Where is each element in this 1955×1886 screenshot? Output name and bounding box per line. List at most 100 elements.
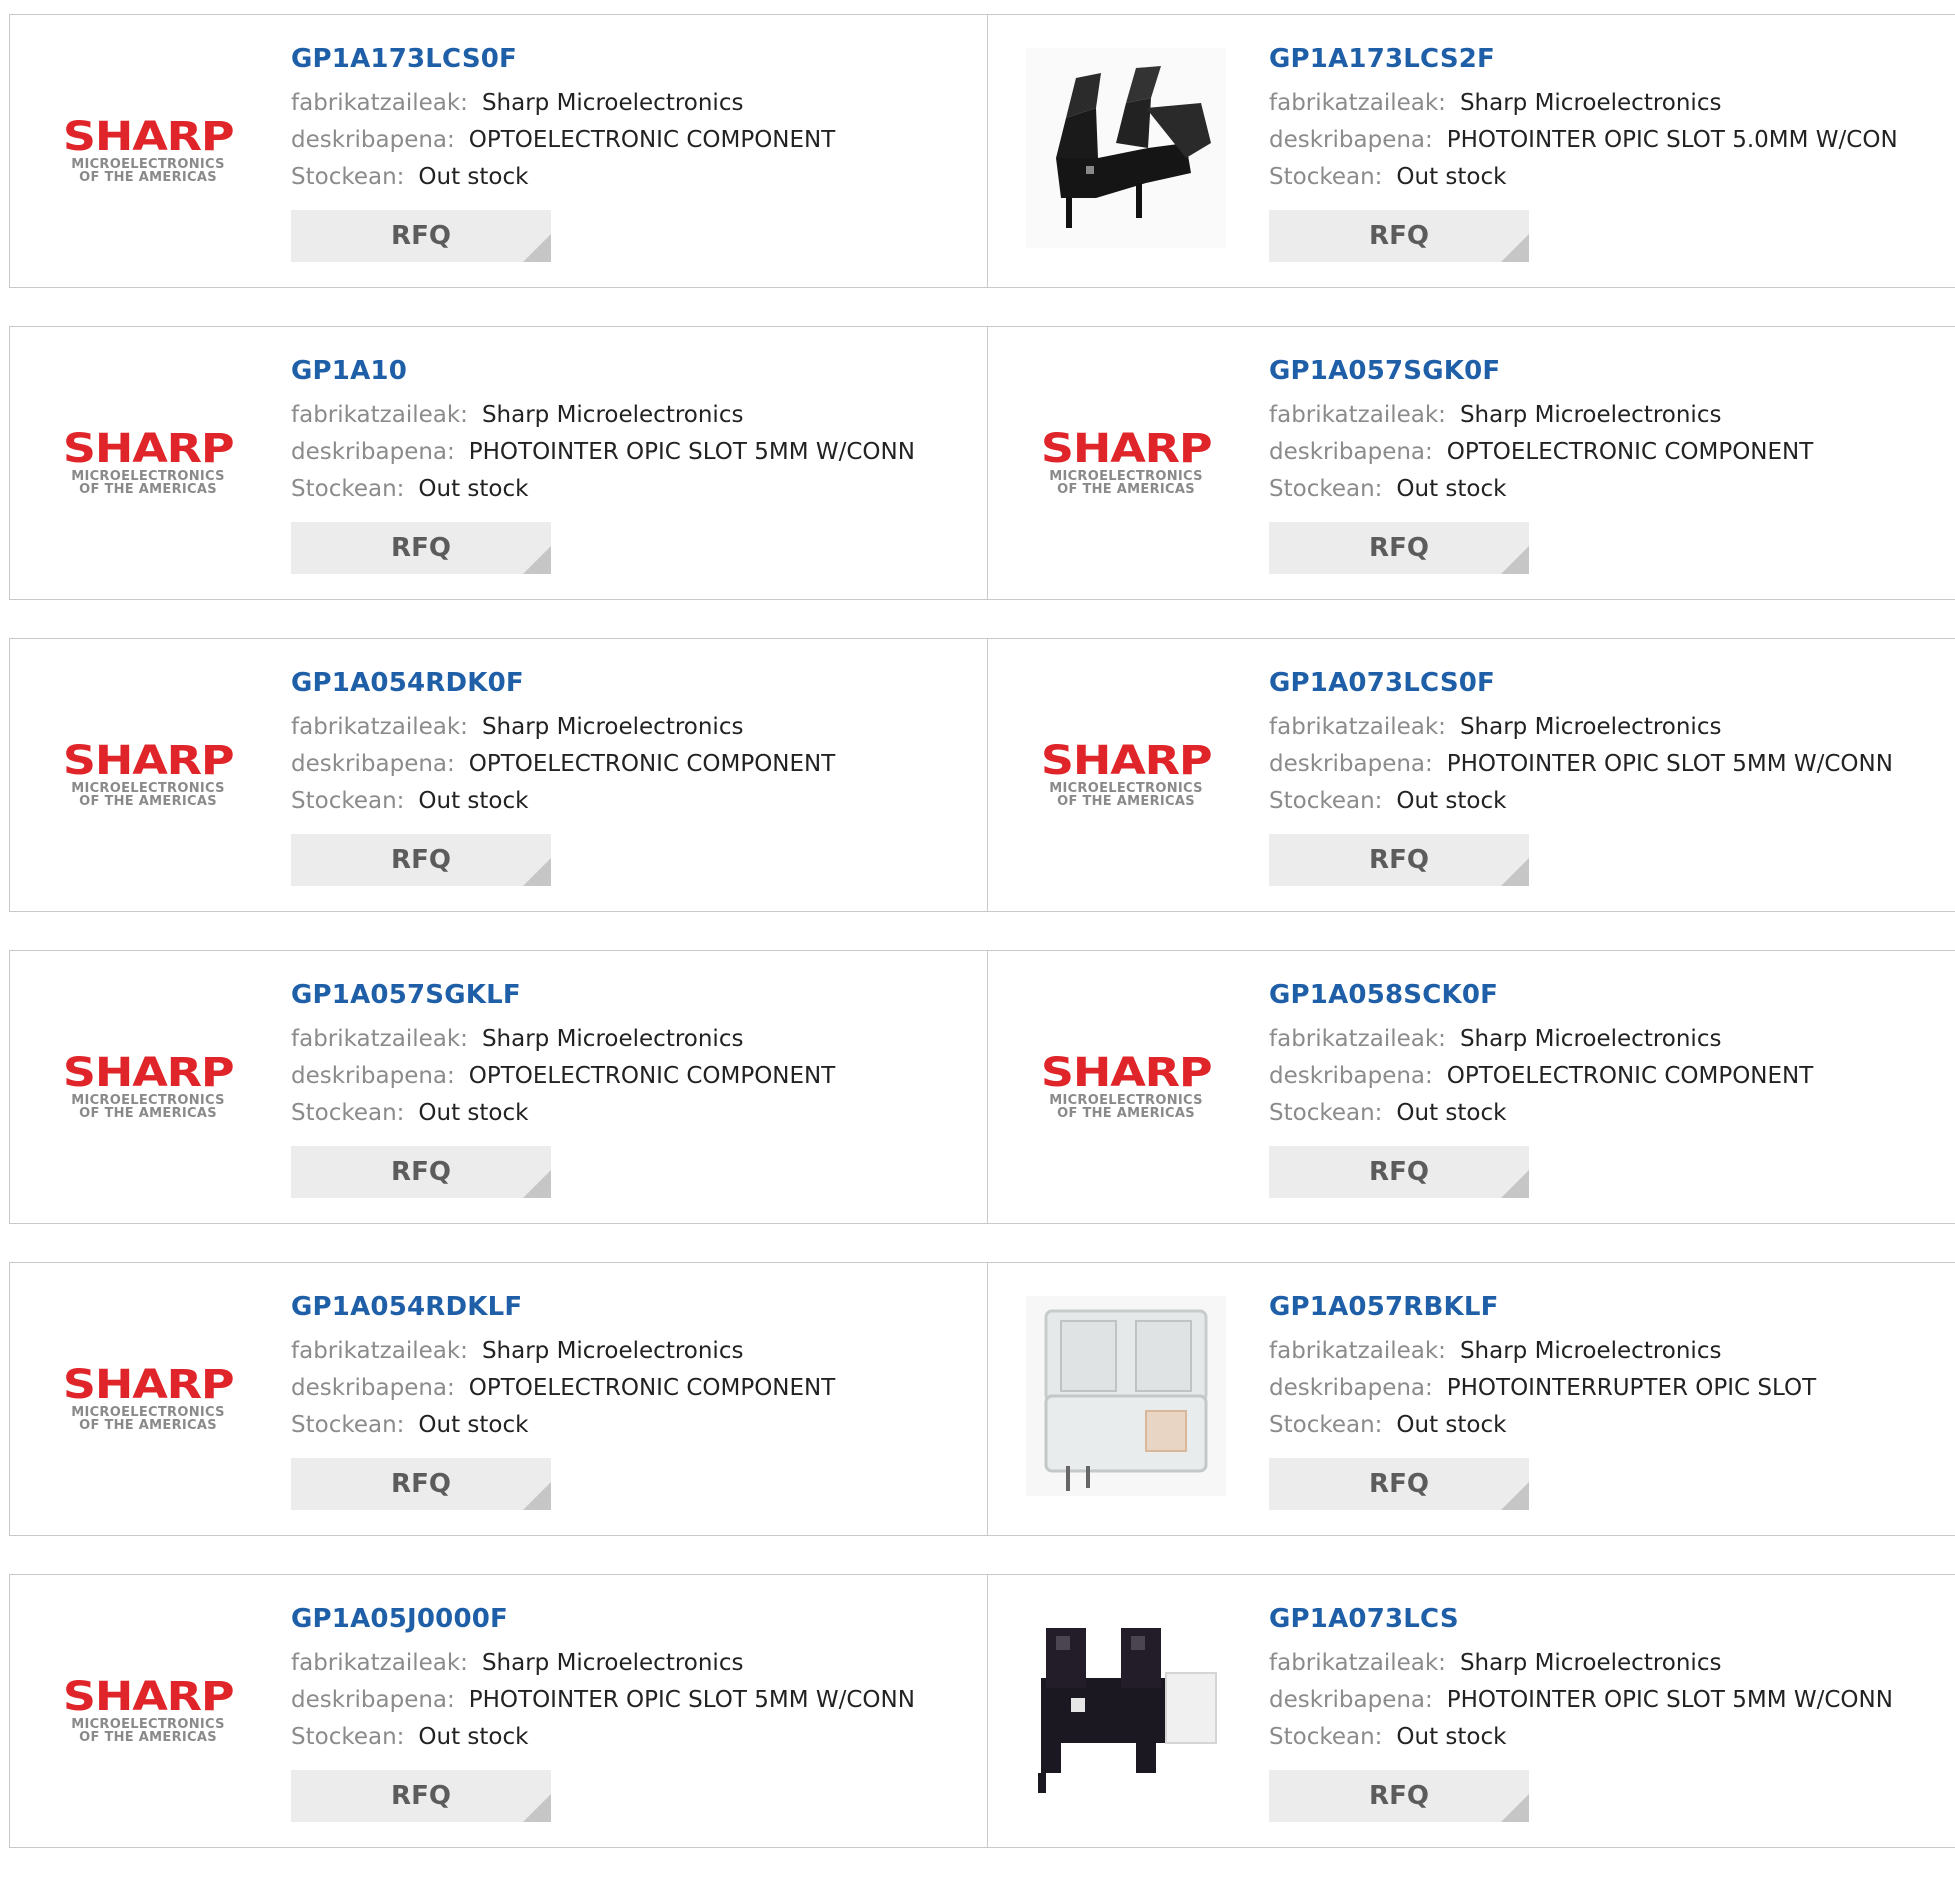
part-number-link[interactable]: GP1A073LCS0F <box>1269 667 1893 699</box>
product-thumbnail[interactable] <box>1026 1608 1226 1810</box>
manufacturer-value: Sharp Microelectronics <box>481 90 744 116</box>
product-card: GP1A173LCS2F fabrikatzaileak: Sharp Microe… <box>987 15 1955 287</box>
description-line: deskribapena: OPTOELECTRONIC COMPONENT <box>291 1058 835 1095</box>
rfq-button[interactable]: RFQ <box>291 522 551 574</box>
description-value: PHOTOINTER OPIC SLOT 5MM W/CONN <box>1446 751 1893 777</box>
stock-value: Out stock <box>1396 1412 1507 1438</box>
stock-line: Stockean: Out stock <box>1269 159 1898 196</box>
part-number-link[interactable]: GP1A173LCS0F <box>291 43 835 75</box>
rfq-button[interactable]: RFQ <box>291 1146 551 1198</box>
stock-value: Out stock <box>418 1724 529 1750</box>
product-info: GP1A057SGK0F fabrikatzaileak: Sharp Microe… <box>1269 355 1813 574</box>
stock-line: Stockean: Out stock <box>291 783 835 820</box>
description-label: deskribapena: <box>1269 1063 1433 1089</box>
product-thumbnail[interactable]: SHARP MICROELECTRONICS OF THE AMERICAS <box>48 1610 248 1810</box>
product-info: GP1A073LCS fabrikatzaileak: Sharp Microele… <box>1269 1603 1893 1822</box>
part-number-link[interactable]: GP1A173LCS2F <box>1269 43 1898 75</box>
stock-label: Stockean: <box>291 164 405 190</box>
description-label: deskribapena: <box>291 1687 455 1713</box>
part-number-link[interactable]: GP1A073LCS <box>1269 1603 1893 1635</box>
description-label: deskribapena: <box>1269 127 1433 153</box>
sharp-logo: SHARP MICROELECTRONICS OF THE AMERICAS <box>63 1364 235 1433</box>
sharp-logo: SHARP MICROELECTRONICS OF THE AMERICAS <box>63 740 235 808</box>
description-label: deskribapena: <box>1269 751 1433 777</box>
part-number-link[interactable]: GP1A057SGK0F <box>1269 355 1813 387</box>
product-thumbnail[interactable]: SHARP MICROELECTRONICS OF THE AMERICAS <box>48 362 248 562</box>
description-label: deskribapena: <box>291 1375 455 1401</box>
part-number-link[interactable]: GP1A058SCK0F <box>1269 979 1813 1011</box>
product-card: SHARP MICROELECTRONICS OF THE AMERICAS GP1A… <box>987 951 1955 1223</box>
logo-line-2: OF THE AMERICAS <box>79 482 217 497</box>
rfq-label: RFQ <box>391 1781 451 1811</box>
logo-line-2: OF THE AMERICAS <box>1057 794 1195 809</box>
stock-label: Stockean: <box>291 788 405 814</box>
description-label: deskribapena: <box>1269 439 1433 465</box>
rfq-button[interactable]: RFQ <box>291 210 551 262</box>
product-row: SHARP MICROELECTRONICS OF THE AMERICAS GP1A… <box>9 950 1955 1224</box>
rfq-button[interactable]: RFQ <box>1269 522 1529 574</box>
logo-wordmark: SHARP <box>62 114 235 160</box>
stock-value: Out stock <box>1396 1100 1507 1126</box>
product-row: SHARP MICROELECTRONICS OF THE AMERICAS GP1A… <box>9 638 1955 912</box>
logo-wordmark: SHARP <box>62 1674 235 1720</box>
logo-line-2: OF THE AMERICAS <box>79 1418 217 1433</box>
stock-value: Out stock <box>418 476 529 502</box>
product-thumbnail[interactable]: SHARP MICROELECTRONICS OF THE AMERICAS <box>48 986 248 1186</box>
manufacturer-value: Sharp Microelectronics <box>1459 90 1722 116</box>
manufacturer-label: fabrikatzaileak: <box>1269 1338 1446 1364</box>
logo-wordmark: SHARP <box>62 426 235 472</box>
rfq-button[interactable]: RFQ <box>1269 1146 1529 1198</box>
manufacturer-label: fabrikatzaileak: <box>291 90 468 116</box>
stock-line: Stockean: Out stock <box>1269 1407 1816 1444</box>
stock-value: Out stock <box>1396 164 1507 190</box>
description-label: deskribapena: <box>291 751 455 777</box>
rfq-button[interactable]: RFQ <box>291 1458 551 1510</box>
manufacturer-value: Sharp Microelectronics <box>1459 1338 1722 1364</box>
description-line: deskribapena: PHOTOINTERRUPTER OPIC SLOT <box>1269 1370 1816 1407</box>
product-thumbnail[interactable]: SHARP MICROELECTRONICS OF THE AMERICAS <box>1026 362 1226 562</box>
description-value: OPTOELECTRONIC COMPONENT <box>468 1375 836 1401</box>
product-row: SHARP MICROELECTRONICS OF THE AMERICAS GP1A… <box>9 14 1955 288</box>
stock-label: Stockean: <box>291 1724 405 1750</box>
product-thumbnail[interactable]: SHARP MICROELECTRONICS OF THE AMERICAS <box>48 674 248 874</box>
rfq-button[interactable]: RFQ <box>1269 1458 1529 1510</box>
stock-label: Stockean: <box>1269 1412 1383 1438</box>
description-line: deskribapena: PHOTOINTER OPIC SLOT 5.0MM … <box>1269 122 1898 159</box>
product-thumbnail[interactable]: SHARP MICROELECTRONICS OF THE AMERICAS <box>1026 674 1226 874</box>
rfq-button[interactable]: RFQ <box>291 1770 551 1822</box>
logo-wordmark: SHARP <box>62 738 235 784</box>
product-card: SHARP MICROELECTRONICS OF THE AMERICAS GP1A… <box>9 327 987 599</box>
part-number-link[interactable]: GP1A054RDK0F <box>291 667 835 699</box>
product-thumbnail[interactable]: SHARP MICROELECTRONICS OF THE AMERICAS <box>48 1298 248 1498</box>
part-number-link[interactable]: GP1A10 <box>291 355 915 387</box>
rfq-label: RFQ <box>391 1157 451 1187</box>
description-line: deskribapena: PHOTOINTER OPIC SLOT 5MM W/… <box>1269 1682 1893 1719</box>
manufacturer-value: Sharp Microelectronics <box>481 714 744 740</box>
product-thumbnail[interactable]: SHARP MICROELECTRONICS OF THE AMERICAS <box>1026 986 1226 1186</box>
description-line: deskribapena: OPTOELECTRONIC COMPONENT <box>1269 434 1813 471</box>
rfq-button[interactable]: RFQ <box>1269 834 1529 886</box>
rfq-label: RFQ <box>1369 533 1429 563</box>
rfq-button[interactable]: RFQ <box>1269 1770 1529 1822</box>
part-number-link[interactable]: GP1A054RDKLF <box>291 1291 835 1323</box>
description-value: OPTOELECTRONIC COMPONENT <box>1446 1063 1814 1089</box>
sharp-logo: SHARP MICROELECTRONICS OF THE AMERICAS <box>63 1052 235 1120</box>
stock-label: Stockean: <box>1269 1100 1383 1126</box>
product-thumbnail[interactable] <box>1026 1296 1226 1498</box>
stock-value: Out stock <box>418 1412 529 1438</box>
rfq-button[interactable]: RFQ <box>1269 210 1529 262</box>
product-info: GP1A10 fabrikatzaileak: Sharp Microelectro… <box>291 355 915 574</box>
part-number-link[interactable]: GP1A057RBKLF <box>1269 1291 1816 1323</box>
part-number-link[interactable]: GP1A05J0000F <box>291 1603 915 1635</box>
sharp-logo: SHARP MICROELECTRONICS OF THE AMERICAS <box>63 428 235 497</box>
description-line: deskribapena: PHOTOINTER OPIC SLOT 5MM W/… <box>291 434 915 471</box>
manufacturer-value: Sharp Microelectronics <box>481 402 744 428</box>
stock-line: Stockean: Out stock <box>291 471 915 508</box>
part-number-link[interactable]: GP1A057SGKLF <box>291 979 835 1011</box>
product-info: GP1A05J0000F fabrikatzaileak: Sharp Microe… <box>291 1603 915 1822</box>
product-thumbnail[interactable] <box>1026 48 1226 250</box>
manufacturer-line: fabrikatzaileak: Sharp Microelectronics <box>291 1645 915 1682</box>
product-thumbnail[interactable]: SHARP MICROELECTRONICS OF THE AMERICAS <box>48 50 248 250</box>
rfq-button[interactable]: RFQ <box>291 834 551 886</box>
product-card: SHARP MICROELECTRONICS OF THE AMERICAS GP1A… <box>987 639 1955 911</box>
